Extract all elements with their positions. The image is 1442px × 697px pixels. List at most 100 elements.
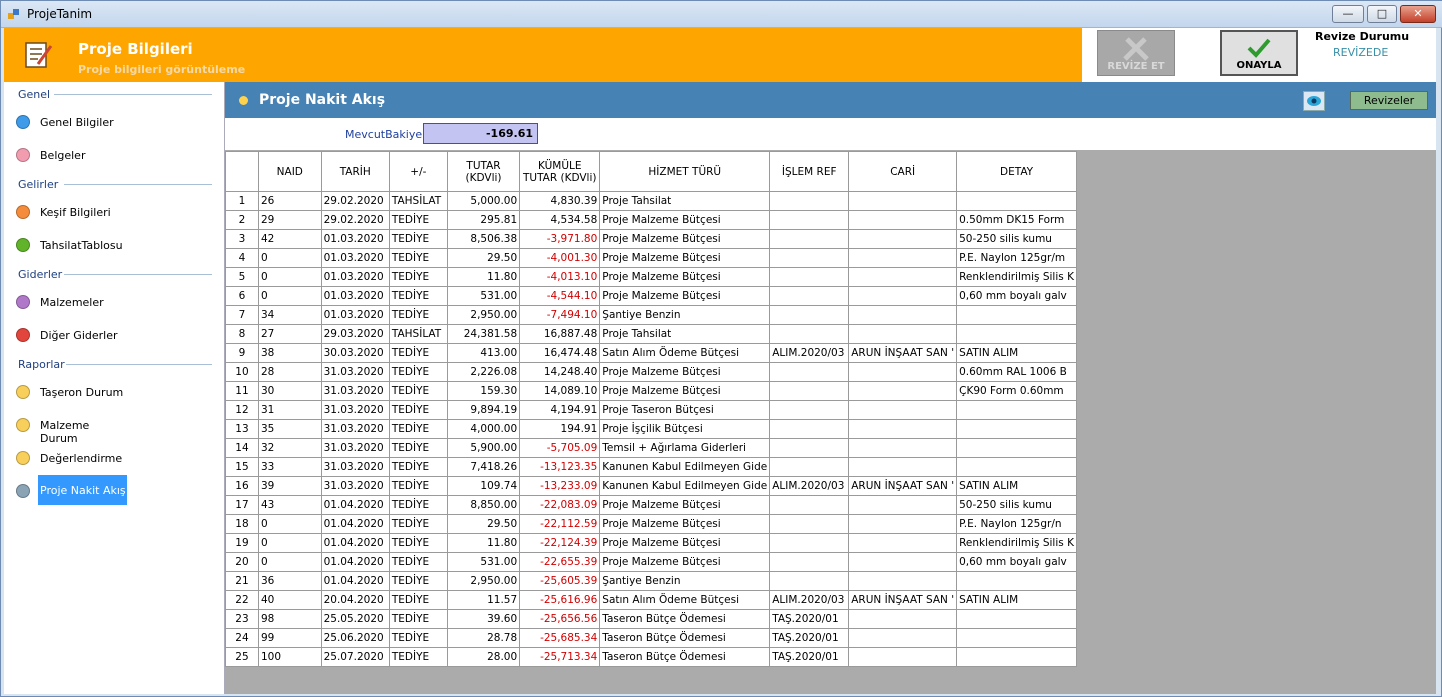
sidebar-item-taseron-durum[interactable]: Taşeron Durum xyxy=(12,377,127,407)
naid-cell[interactable]: 30 xyxy=(257,381,322,401)
kumule-tutar-cell[interactable]: -22,655.39 xyxy=(519,552,601,572)
naid-cell[interactable]: 39 xyxy=(257,476,322,496)
tarih-cell[interactable]: 31.03.2020 xyxy=(320,381,390,401)
tarih-cell[interactable]: 01.03.2020 xyxy=(320,286,390,306)
hizmet-turu-cell[interactable]: Proje Malzeme Bütçesi xyxy=(599,514,771,534)
row-number[interactable]: 24 xyxy=(225,628,259,648)
naid-cell[interactable]: 98 xyxy=(257,609,322,629)
sign-cell[interactable]: TEDİYE xyxy=(388,286,448,306)
kumule-tutar-cell[interactable]: -25,656.56 xyxy=(519,609,601,629)
kumule-tutar-cell[interactable]: -13,233.09 xyxy=(519,476,601,496)
table-row[interactable]: 15 33 31.03.2020 TEDİYE 7,418.26 -13,123.35 Ka… xyxy=(225,457,1077,477)
hizmet-turu-cell[interactable]: Proje İşçilik Bütçesi xyxy=(599,419,771,439)
tarih-cell[interactable]: 31.03.2020 xyxy=(320,419,390,439)
sidebar-item-malzemeler[interactable]: Malzemeler xyxy=(12,287,127,317)
row-number[interactable]: 7 xyxy=(225,305,259,325)
sign-cell[interactable]: TEDİYE xyxy=(388,267,448,287)
sign-cell[interactable]: TEDİYE xyxy=(388,609,448,629)
kumule-tutar-cell[interactable]: -22,112.59 xyxy=(519,514,601,534)
row-number[interactable]: 5 xyxy=(225,267,259,287)
sidebar-item-degerlendirme[interactable]: Değerlendirme xyxy=(12,443,127,473)
islem-ref-cell[interactable] xyxy=(769,362,850,382)
detay-cell[interactable]: SATIN ALIM xyxy=(956,476,1077,496)
table-row[interactable]: 12 31 31.03.2020 TEDİYE 9,894.19 4,194.91 Proj… xyxy=(225,400,1077,420)
detay-cell[interactable]: ÇK90 Form 0.60mm xyxy=(956,381,1077,401)
cari-cell[interactable] xyxy=(848,286,958,306)
sign-cell[interactable]: TEDİYE xyxy=(388,381,448,401)
detay-cell[interactable]: 0,60 mm boyalı galv xyxy=(956,286,1077,306)
detay-cell[interactable] xyxy=(956,457,1077,477)
islem-ref-cell[interactable] xyxy=(769,438,850,458)
sidebar-item-genel-bilgiler[interactable]: Genel Bilgiler xyxy=(12,107,127,137)
hizmet-turu-cell[interactable]: Proje Malzeme Bütçesi xyxy=(599,362,771,382)
row-number[interactable]: 25 xyxy=(225,647,259,667)
column-header-kumule-tutar[interactable]: KÜMÜLE TUTAR (KDVli) xyxy=(519,151,601,192)
sign-cell[interactable]: TEDİYE xyxy=(388,495,448,515)
hizmet-turu-cell[interactable]: Satın Alım Ödeme Bütçesi xyxy=(599,343,771,363)
kumule-tutar-cell[interactable]: -3,971.80 xyxy=(519,229,601,249)
minimize-button[interactable]: — xyxy=(1332,5,1364,23)
naid-cell[interactable]: 43 xyxy=(257,495,322,515)
cari-cell[interactable] xyxy=(848,438,958,458)
sign-cell[interactable]: TEDİYE xyxy=(388,457,448,477)
kumule-tutar-cell[interactable]: -25,616.96 xyxy=(519,590,601,610)
table-row[interactable]: 10 28 31.03.2020 TEDİYE 2,226.08 14,248.40 Pro… xyxy=(225,362,1077,382)
tutar-cell[interactable]: 531.00 xyxy=(446,552,521,572)
revize-et-button[interactable]: REVİZE ET xyxy=(1097,30,1175,76)
kumule-tutar-cell[interactable]: -4,001.30 xyxy=(519,248,601,268)
tutar-cell[interactable]: 11.57 xyxy=(446,590,521,610)
kumule-tutar-cell[interactable]: 4,534.58 xyxy=(519,210,601,230)
kumule-tutar-cell[interactable]: 16,474.48 xyxy=(519,343,601,363)
table-row[interactable]: 13 35 31.03.2020 TEDİYE 4,000.00 194.91 Proje … xyxy=(225,419,1077,439)
sign-cell[interactable]: TEDİYE xyxy=(388,514,448,534)
hizmet-turu-cell[interactable]: Proje Malzeme Bütçesi xyxy=(599,248,771,268)
naid-cell[interactable]: 29 xyxy=(257,210,322,230)
cari-cell[interactable] xyxy=(848,267,958,287)
tarih-cell[interactable]: 01.03.2020 xyxy=(320,248,390,268)
column-header-islem-ref[interactable]: İŞLEM REF xyxy=(769,151,850,192)
tutar-cell[interactable]: 28.00 xyxy=(446,647,521,667)
row-number[interactable]: 18 xyxy=(225,514,259,534)
detay-cell[interactable]: 0,60 mm boyalı galv xyxy=(956,552,1077,572)
sign-cell[interactable]: TEDİYE xyxy=(388,438,448,458)
sign-cell[interactable]: TEDİYE xyxy=(388,362,448,382)
kumule-tutar-cell[interactable]: 194.91 xyxy=(519,419,601,439)
sign-cell[interactable]: TEDİYE xyxy=(388,476,448,496)
tutar-cell[interactable]: 29.50 xyxy=(446,514,521,534)
cari-cell[interactable] xyxy=(848,533,958,553)
column-header-detay[interactable]: DETAY xyxy=(956,151,1077,192)
cari-cell[interactable] xyxy=(848,305,958,325)
islem-ref-cell[interactable] xyxy=(769,457,850,477)
hizmet-turu-cell[interactable]: Proje Malzeme Bütçesi xyxy=(599,267,771,287)
table-row[interactable]: 14 32 31.03.2020 TEDİYE 5,900.00 -5,705.09 Tem… xyxy=(225,438,1077,458)
cari-cell[interactable] xyxy=(848,628,958,648)
kumule-tutar-cell[interactable]: -7,494.10 xyxy=(519,305,601,325)
islem-ref-cell[interactable] xyxy=(769,267,850,287)
hizmet-turu-cell[interactable]: Şantiye Benzin xyxy=(599,571,771,591)
cari-cell[interactable] xyxy=(848,552,958,572)
naid-cell[interactable]: 0 xyxy=(257,514,322,534)
kumule-tutar-cell[interactable]: 14,089.10 xyxy=(519,381,601,401)
islem-ref-cell[interactable] xyxy=(769,305,850,325)
row-number[interactable]: 17 xyxy=(225,495,259,515)
table-row[interactable]: 2 29 29.02.2020 TEDİYE 295.81 4,534.58 Proje M… xyxy=(225,210,1077,230)
sign-cell[interactable]: TEDİYE xyxy=(388,400,448,420)
cari-cell[interactable] xyxy=(848,647,958,667)
cari-cell[interactable] xyxy=(848,400,958,420)
tarih-cell[interactable]: 29.02.2020 xyxy=(320,210,390,230)
column-header-naid[interactable]: NAID xyxy=(257,151,322,192)
detay-cell[interactable] xyxy=(956,191,1077,211)
sign-cell[interactable]: TEDİYE xyxy=(388,305,448,325)
revizeler-button[interactable]: Revizeler xyxy=(1350,91,1428,110)
detay-cell[interactable]: P.E. Naylon 125gr/m xyxy=(956,248,1077,268)
tarih-cell[interactable]: 25.05.2020 xyxy=(320,609,390,629)
table-row[interactable]: 24 99 25.06.2020 TEDİYE 28.78 -25,685.34 Taser… xyxy=(225,628,1077,648)
detay-cell[interactable]: 50-250 silis kumu xyxy=(956,495,1077,515)
table-row[interactable]: 8 27 29.03.2020 TAHSİLAT 24,381.58 16,887.48 P… xyxy=(225,324,1077,344)
naid-cell[interactable]: 0 xyxy=(257,248,322,268)
islem-ref-cell[interactable] xyxy=(769,324,850,344)
detay-cell[interactable] xyxy=(956,419,1077,439)
row-number[interactable]: 9 xyxy=(225,343,259,363)
onayla-button[interactable]: ONAYLA xyxy=(1220,30,1298,76)
row-number[interactable]: 19 xyxy=(225,533,259,553)
